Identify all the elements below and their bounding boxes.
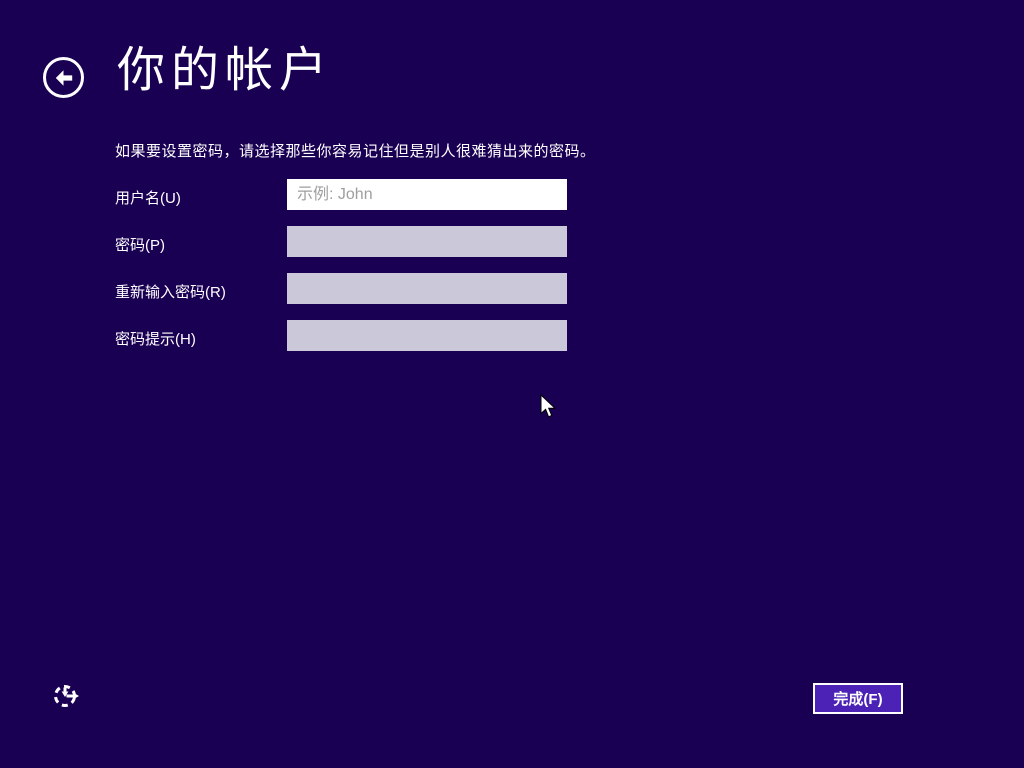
retype-password-input[interactable] bbox=[287, 273, 567, 304]
oobe-your-account-screen: 你的帐户 如果要设置密码，请选择那些你容易记住但是别人很难猜出来的密码。 用户名… bbox=[0, 0, 1024, 768]
username-input[interactable] bbox=[287, 179, 567, 210]
password-hint-label: 密码提示(H) bbox=[115, 331, 196, 348]
password-label: 密码(P) bbox=[115, 237, 165, 254]
back-arrow-icon bbox=[53, 67, 75, 89]
instruction-text: 如果要设置密码，请选择那些你容易记住但是别人很难猜出来的密码。 bbox=[115, 143, 596, 160]
password-input[interactable] bbox=[287, 226, 567, 257]
password-hint-input[interactable] bbox=[287, 320, 567, 351]
finish-button[interactable]: 完成(F) bbox=[813, 683, 903, 714]
username-label: 用户名(U) bbox=[115, 190, 181, 207]
page-title: 你的帐户 bbox=[117, 44, 334, 97]
mouse-cursor-icon bbox=[540, 393, 557, 419]
back-button[interactable] bbox=[43, 57, 84, 98]
ease-of-access-button[interactable] bbox=[53, 681, 81, 709]
retype-password-label: 重新输入密码(R) bbox=[115, 284, 226, 301]
ease-of-access-icon bbox=[53, 681, 81, 709]
